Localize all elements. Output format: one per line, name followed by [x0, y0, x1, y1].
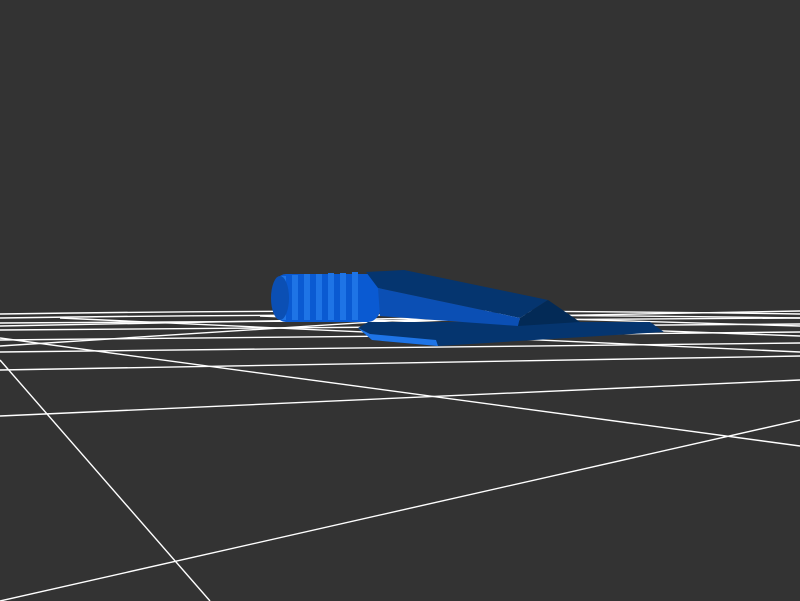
model-cylinder: [271, 272, 382, 322]
3d-viewport[interactable]: [0, 0, 800, 601]
scene-canvas[interactable]: [0, 0, 800, 601]
